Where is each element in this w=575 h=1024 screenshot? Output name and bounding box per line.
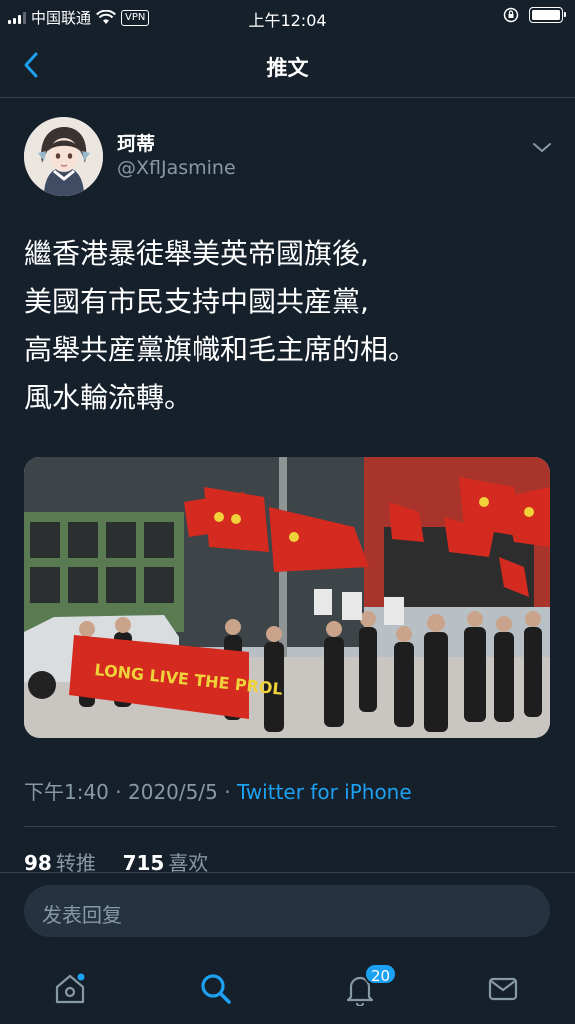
- notifications-badge: 20: [364, 963, 398, 985]
- rotation-lock-icon: [503, 7, 519, 23]
- tweet-text: 繼香港暴徒舉美英帝國旗後, 美國有市民支持中國共産黨, 高舉共産黨旗幟和毛主席的…: [24, 230, 554, 422]
- tweet-time: 下午1:40: [24, 780, 109, 804]
- bottom-area: 发表回复 20: [0, 872, 575, 1024]
- tab-bar: 20: [0, 959, 575, 1019]
- tab-home[interactable]: [40, 959, 100, 1019]
- tweet-text-line: 風水輪流轉。: [24, 381, 193, 414]
- status-bar: 中国联通 VPN 上午12:04: [0, 0, 575, 34]
- battery-icon: [529, 7, 566, 23]
- user-handle[interactable]: @XflJasmine: [117, 157, 236, 179]
- page-title: 推文: [266, 56, 309, 80]
- protest-photo-illustration: LONG LIVE THE PROL: [24, 457, 550, 738]
- status-right: [503, 7, 566, 23]
- mail-icon: [488, 977, 518, 1001]
- meta-separator: ·: [115, 780, 122, 804]
- reply-placeholder: 发表回复: [42, 903, 122, 927]
- more-options-button[interactable]: [530, 135, 554, 159]
- tweet-source-link[interactable]: Twitter for iPhone: [237, 780, 412, 804]
- tweet-text-line: 繼香港暴徒舉美英帝國旗後,: [24, 237, 369, 270]
- home-icon: [55, 973, 85, 1004]
- tab-messages[interactable]: [473, 959, 533, 1019]
- reply-input[interactable]: 发表回复: [24, 885, 550, 937]
- display-name[interactable]: 珂蒂: [117, 129, 155, 156]
- tweet-text-line: 美國有市民支持中國共産黨,: [24, 285, 369, 318]
- avatar-illustration: [24, 117, 103, 196]
- avatar[interactable]: [24, 117, 103, 196]
- tweet-date: 2020/5/5: [128, 780, 218, 804]
- status-time: 上午12:04: [248, 11, 327, 30]
- tweet-author: 珂蒂 @XflJasmine: [24, 117, 554, 197]
- nav-bar: 推文: [0, 34, 575, 98]
- tab-search[interactable]: [186, 959, 246, 1019]
- tweet-photo[interactable]: LONG LIVE THE PROL: [24, 457, 550, 738]
- chevron-down-icon: [533, 143, 551, 152]
- tweet-meta: 下午1:40 · 2020/5/5 · Twitter for iPhone: [24, 776, 412, 805]
- search-icon: [201, 974, 231, 1004]
- tab-notifications[interactable]: 20: [330, 959, 398, 1019]
- tweet-text-line: 高舉共産黨旗幟和毛主席的相。: [24, 333, 417, 366]
- meta-separator: ·: [224, 780, 231, 804]
- divider: [24, 826, 556, 827]
